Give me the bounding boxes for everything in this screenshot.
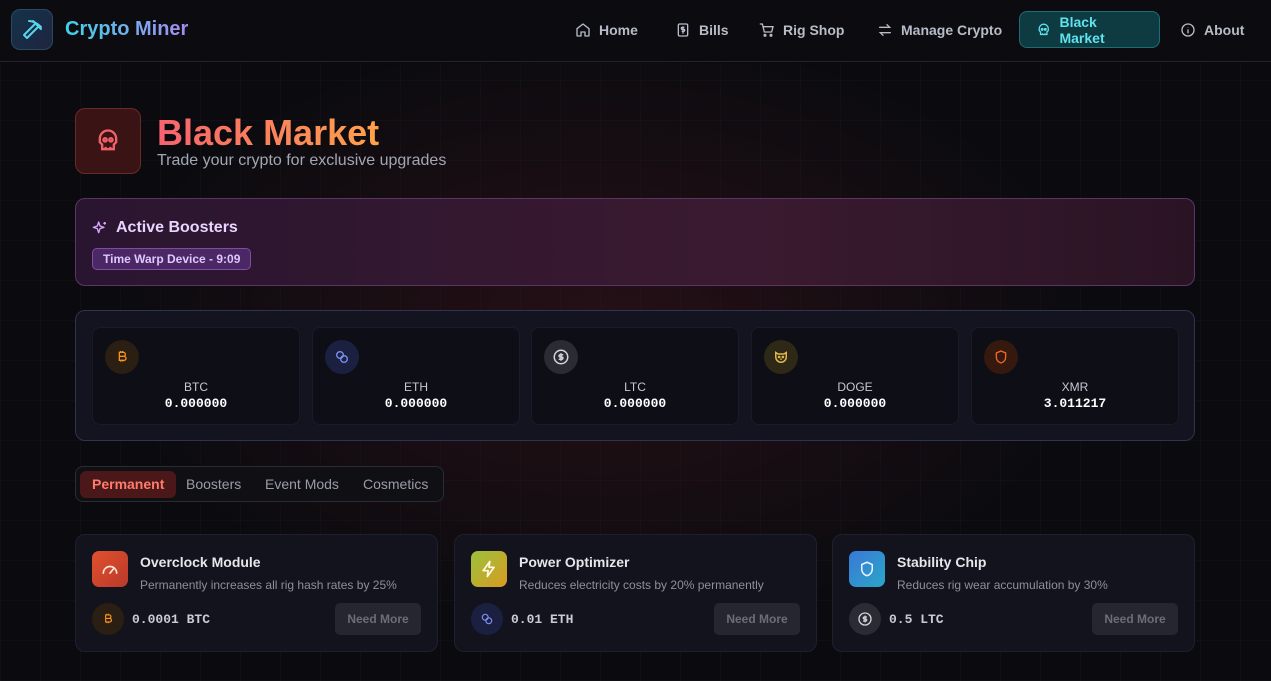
item-price: 0.0001 BTC [132, 612, 211, 627]
tab-event-mods[interactable]: Event Mods [253, 471, 351, 498]
item-card-overclock-module: Overclock Module Permanently increases a… [75, 534, 438, 652]
pickaxe-icon[interactable] [11, 9, 53, 50]
item-price: 0.5 LTC [889, 612, 944, 627]
home-icon [576, 22, 590, 37]
active-boosters-heading: Active Boosters [92, 219, 238, 237]
category-tabs: Permanent Boosters Event Mods Cosmetics [75, 466, 444, 502]
cart-icon [759, 22, 774, 37]
dollar-circle-icon [544, 340, 578, 374]
skull-icon [75, 108, 141, 174]
dog-icon [764, 340, 798, 374]
shield-icon [984, 340, 1018, 374]
item-title: Overclock Module [140, 554, 261, 570]
active-boosters-panel: Active Boosters Time Warp Device - 9:09 [75, 198, 1195, 286]
dollar-circle-icon [849, 603, 881, 635]
nav-black-market-label: Black Market [1059, 13, 1105, 46]
top-nav: Crypto Miner Home Bills Rig Shop Manage … [0, 0, 1271, 62]
coin-balance: 0.000000 [823, 396, 887, 411]
eth-link-icon [471, 603, 503, 635]
page-subtitle: Trade your crypto for exclusive upgrades [157, 152, 447, 169]
tab-permanent[interactable]: Permanent [80, 471, 177, 498]
wallet-balances: BTC 0.000000 ETH 0.000000 LTC 0.000000 D… [75, 310, 1195, 441]
nav-rig-shop[interactable]: Rig Shop [751, 11, 852, 48]
nav-bills-label: Bills [699, 21, 729, 38]
nav-home-label: Home [599, 21, 638, 38]
nav-home[interactable]: Home [567, 11, 646, 48]
nav-rig-shop-label: Rig Shop [783, 21, 845, 38]
bitcoin-icon [105, 340, 139, 374]
coin-balance: 0.000000 [603, 396, 667, 411]
item-card-stability-chip: Stability Chip Reduces rig wear accumula… [832, 534, 1195, 652]
shield-icon [849, 551, 885, 587]
coin-balance: 0.000000 [384, 396, 448, 411]
booster-chip: Time Warp Device - 9:09 [92, 248, 252, 270]
coin-symbol: BTC [184, 380, 208, 394]
receipt-dollar-icon [677, 22, 689, 37]
eth-link-icon [325, 340, 359, 374]
active-boosters-title: Active Boosters [116, 219, 238, 236]
skull-icon [1038, 23, 1049, 35]
item-description: Reduces rig wear accumulation by 30% [897, 578, 1108, 592]
wallet-card-ltc: LTC 0.000000 [531, 327, 739, 425]
tab-cosmetics[interactable]: Cosmetics [351, 471, 440, 498]
coin-symbol: XMR [1061, 380, 1089, 394]
wallet-card-xmr: XMR 3.011217 [971, 327, 1179, 425]
coin-balance: 3.011217 [1043, 396, 1107, 411]
need-more-button[interactable]: Need More [1092, 603, 1178, 635]
coin-symbol: ETH [404, 380, 428, 394]
item-description: Reduces electricity costs by 20% permane… [519, 578, 764, 592]
item-title: Stability Chip [897, 554, 987, 570]
gauge-icon [92, 551, 128, 587]
bitcoin-icon [92, 603, 124, 635]
item-description: Permanently increases all rig hash rates… [140, 578, 397, 592]
nav-black-market[interactable]: Black Market [1019, 11, 1160, 48]
sparkles-icon [92, 221, 106, 234]
item-title: Power Optimizer [519, 554, 630, 570]
swap-arrows-icon [878, 23, 892, 36]
nav-about[interactable]: About [1172, 11, 1252, 48]
wallet-card-eth: ETH 0.000000 [312, 327, 520, 425]
tab-boosters[interactable]: Boosters [174, 471, 253, 498]
item-price: 0.01 ETH [511, 612, 574, 627]
nav-about-label: About [1204, 21, 1245, 38]
info-icon [1181, 22, 1195, 37]
item-card-power-optimizer: Power Optimizer Reduces electricity cost… [454, 534, 817, 652]
nav-manage-crypto-label: Manage Crypto [901, 21, 1003, 38]
need-more-button[interactable]: Need More [714, 603, 800, 635]
nav-manage-crypto[interactable]: Manage Crypto [869, 11, 1010, 48]
page-title: Black Market [157, 112, 380, 153]
need-more-button[interactable]: Need More [335, 603, 421, 635]
coin-symbol: DOGE [837, 380, 873, 394]
app-name[interactable]: Crypto Miner [65, 18, 188, 41]
nav-bills[interactable]: Bills [667, 11, 737, 48]
wallet-card-doge: DOGE 0.000000 [751, 327, 959, 425]
wallet-card-btc: BTC 0.000000 [92, 327, 300, 425]
coin-symbol: LTC [624, 380, 646, 394]
coin-balance: 0.000000 [164, 396, 228, 411]
lightning-icon [471, 551, 507, 587]
